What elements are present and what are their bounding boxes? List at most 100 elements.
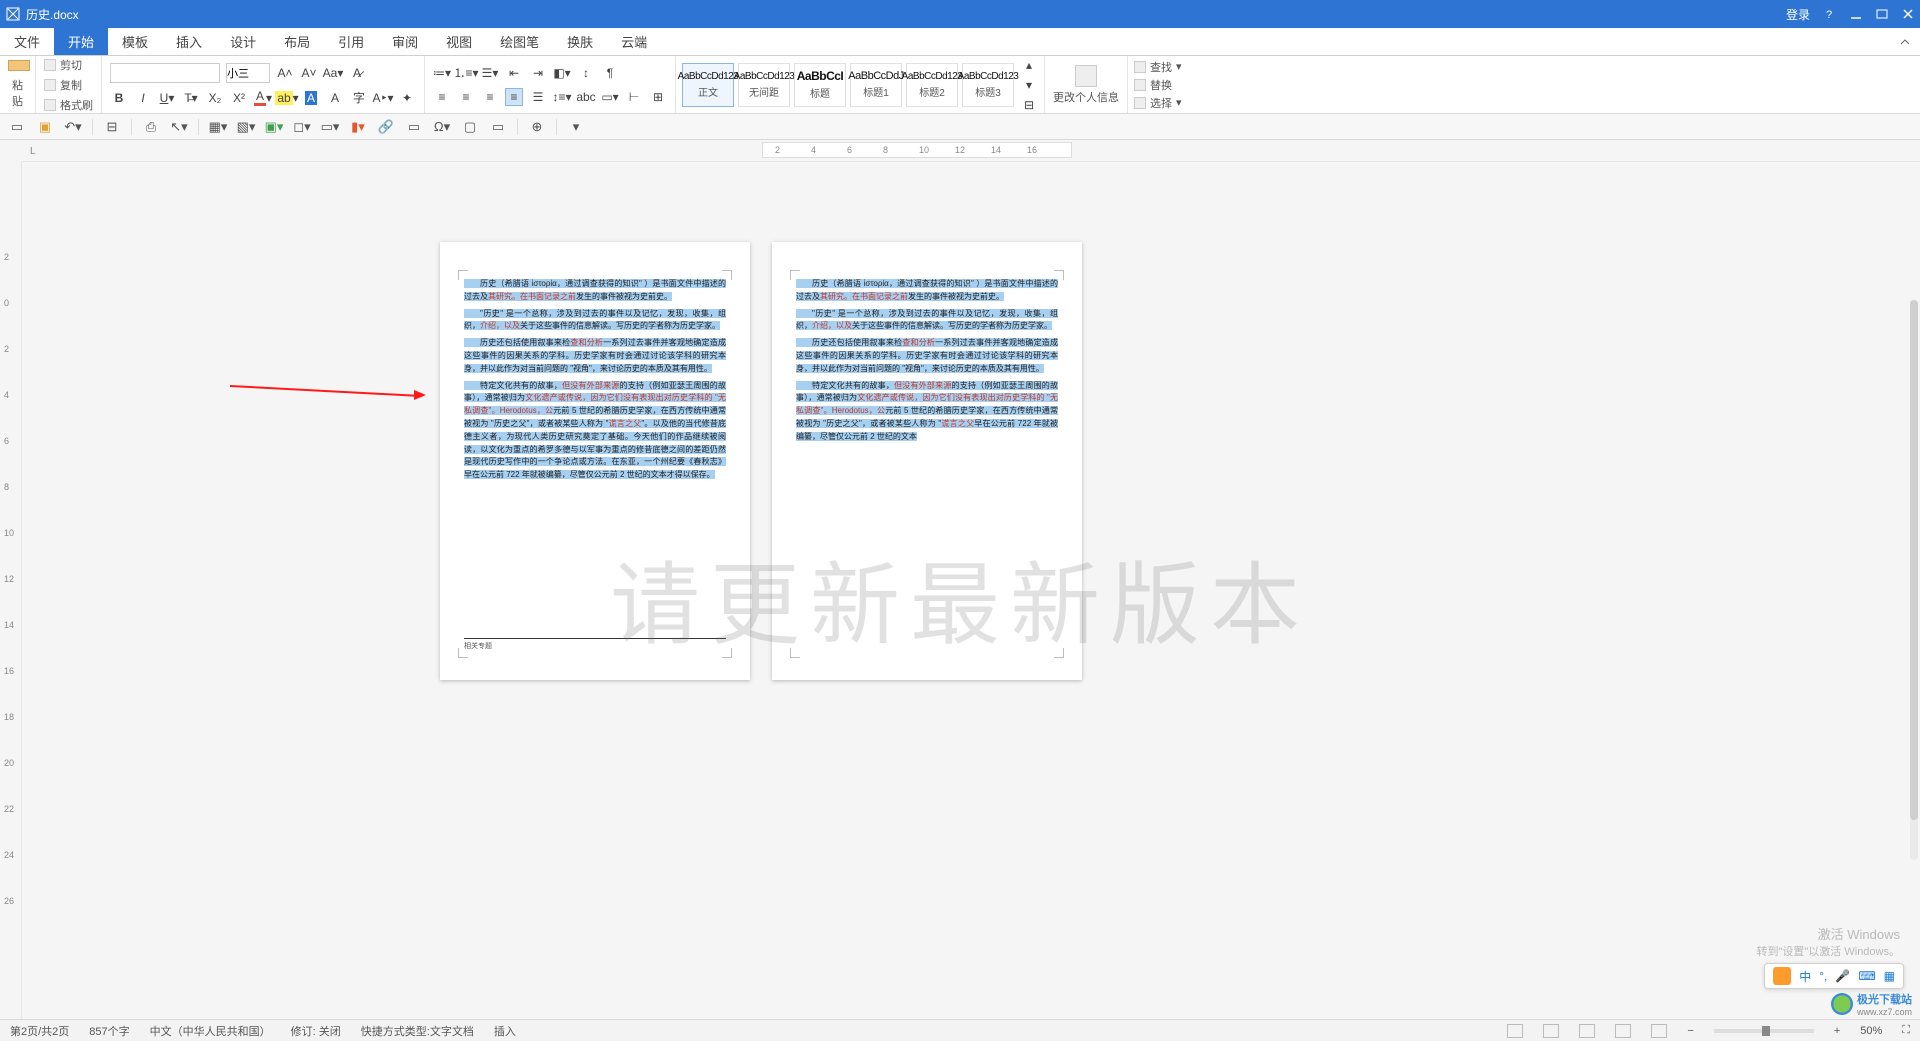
italic-button[interactable]: I [134, 89, 152, 107]
status-pages[interactable]: 第2页/共2页 [10, 1023, 69, 1039]
view-draft-icon[interactable] [1651, 1024, 1667, 1038]
style-normal[interactable]: AaBbCcDd123正文 [682, 63, 734, 107]
vertical-scrollbar[interactable] [1910, 300, 1918, 860]
minimize-icon[interactable] [1850, 8, 1862, 20]
menu-cloud[interactable]: 云端 [607, 28, 661, 55]
ime-lang[interactable]: 中 [1799, 968, 1811, 985]
multilevel-button[interactable]: ☰▾ [481, 64, 499, 82]
zoom-in-icon[interactable]: + [1834, 1025, 1840, 1037]
screenshot-icon[interactable]: ▣▾ [265, 118, 283, 136]
menu-template[interactable]: 模板 [108, 28, 162, 55]
char-scale-button[interactable]: abc [577, 88, 595, 106]
view-print-icon[interactable] [1543, 1024, 1559, 1038]
status-track[interactable]: 修订: 关闭 [291, 1023, 341, 1039]
style-expand-icon[interactable]: ⊟ [1020, 96, 1038, 114]
show-marks-button[interactable]: ¶ [601, 64, 619, 82]
menu-design[interactable]: 设计 [216, 28, 270, 55]
object-icon[interactable]: ▢ [461, 118, 479, 136]
login-link[interactable]: 登录 [1786, 6, 1810, 23]
change-case-button[interactable]: Aa▾ [324, 64, 342, 82]
status-lang[interactable]: 中文（中华人民共和国） [150, 1023, 271, 1039]
link-icon[interactable]: 🔗 [377, 118, 395, 136]
underline-button[interactable]: U▾ [158, 89, 176, 107]
phonetic-button[interactable]: A [326, 89, 344, 107]
style-title[interactable]: AaBbCcI标题 [794, 63, 846, 107]
grow-font-button[interactable]: A˄ [276, 64, 294, 82]
collapse-ribbon-icon[interactable] [1890, 28, 1920, 55]
subscript-button[interactable]: X₂ [206, 89, 224, 107]
fullscreen-icon[interactable]: ⛶ [1902, 1024, 1910, 1037]
menu-file[interactable]: 文件 [0, 28, 54, 55]
menu-layout[interactable]: 布局 [270, 28, 324, 55]
align-right-button[interactable]: ≡ [481, 88, 499, 106]
symbol-icon[interactable]: Ω▾ [433, 118, 451, 136]
cursor-icon[interactable]: ↖▾ [170, 118, 188, 136]
distribute-button[interactable]: ☰ [529, 88, 547, 106]
print-icon[interactable]: ⎙ [142, 118, 160, 136]
superscript-button[interactable]: X² [230, 89, 248, 107]
enclose-button[interactable]: A‣▾ [374, 89, 392, 107]
paste-button[interactable]: 粘贴 [0, 56, 36, 113]
tabstop-button[interactable]: ⊢ [625, 88, 643, 106]
undo-icon[interactable]: ↶▾ [64, 118, 82, 136]
status-mode[interactable]: 插入 [494, 1023, 516, 1039]
highlight-button[interactable]: ab▾ [278, 89, 296, 107]
font-size-input[interactable] [226, 63, 270, 83]
more-icon[interactable]: ⊕ [528, 118, 546, 136]
bullets-button[interactable]: ≔▾ [433, 64, 451, 82]
change-info-button[interactable]: 更改个人信息 [1045, 56, 1128, 113]
find-button[interactable]: 查找▾ [1134, 59, 1182, 75]
char-shading-button[interactable]: A [302, 89, 320, 107]
view-read-icon[interactable] [1507, 1024, 1523, 1038]
new-icon[interactable]: ▭ [8, 118, 26, 136]
style-h3[interactable]: AaBbCcDd123标题3 [962, 63, 1014, 107]
align-justify-button[interactable]: ≡ [505, 88, 523, 106]
zoom-slider[interactable] [1714, 1029, 1814, 1033]
select-button[interactable]: 选择▾ [1134, 95, 1182, 111]
snap-button[interactable]: ⊞ [649, 88, 667, 106]
text-effects-button[interactable]: ✦ [398, 89, 416, 107]
maximize-icon[interactable] [1876, 8, 1888, 20]
ime-punct-icon[interactable]: °, [1819, 969, 1827, 983]
open-icon[interactable]: ▣ [36, 118, 54, 136]
strike-button[interactable]: T̶▾ [182, 89, 200, 107]
view-outline-icon[interactable] [1615, 1024, 1631, 1038]
ime-keyboard-icon[interactable]: ⌨ [1858, 969, 1875, 983]
dec-indent-button[interactable]: ⇤ [505, 64, 523, 82]
copy-button[interactable]: 复制 [44, 77, 93, 93]
ime-voice-icon[interactable]: 🎤 [1835, 969, 1850, 983]
zoom-percent[interactable]: 50% [1860, 1025, 1882, 1037]
style-nospacing[interactable]: AaBbCcDd123无间距 [738, 63, 790, 107]
menu-home[interactable]: 开始 [54, 28, 108, 55]
customize-icon[interactable]: ▾ [567, 118, 585, 136]
bold-button[interactable]: B [110, 89, 128, 107]
cut-button[interactable]: 剪切 [44, 57, 93, 73]
borders-button[interactable]: ▭▾ [601, 88, 619, 106]
font-name-input[interactable] [110, 63, 220, 83]
menu-insert[interactable]: 插入 [162, 28, 216, 55]
comment-icon[interactable]: ▭ [489, 118, 507, 136]
style-h2[interactable]: AaBbCcDd123标题2 [906, 63, 958, 107]
menu-draw[interactable]: 绘图笔 [486, 28, 553, 55]
clear-format-button[interactable]: A̷ [348, 64, 366, 82]
format-painter-button[interactable]: 格式刷 [44, 97, 93, 113]
style-scroll-down-icon[interactable]: ▾ [1020, 76, 1038, 94]
menu-view[interactable]: 视图 [432, 28, 486, 55]
textbox-icon[interactable]: ▭▾ [321, 118, 339, 136]
page-1[interactable]: 历史（希腊语 ἱστορία，通过调查获得的知识" ）是书面文件中描述的过去及其… [440, 242, 750, 680]
header-icon[interactable]: ▭ [405, 118, 423, 136]
inc-indent-button[interactable]: ⇥ [529, 64, 547, 82]
menu-skin[interactable]: 换肤 [553, 28, 607, 55]
ime-menu-icon[interactable]: ▦ [1884, 969, 1895, 983]
horizontal-ruler[interactable]: L 246810121416 [22, 140, 1920, 162]
sort-button[interactable]: ↕ [577, 64, 595, 82]
vertical-ruler[interactable]: 202468101214161820222426 [0, 162, 22, 1019]
font-color-button[interactable]: A▾ [254, 89, 272, 107]
ime-toolbar[interactable]: 中 °, 🎤 ⌨ ▦ [1764, 963, 1904, 989]
style-scroll-up-icon[interactable]: ▴ [1020, 56, 1038, 74]
view-web-icon[interactable] [1579, 1024, 1595, 1038]
picture-icon[interactable]: ▧▾ [237, 118, 255, 136]
help-icon[interactable]: ? [1824, 8, 1836, 20]
status-words[interactable]: 857个字 [89, 1023, 129, 1039]
shrink-font-button[interactable]: A˅ [300, 64, 318, 82]
